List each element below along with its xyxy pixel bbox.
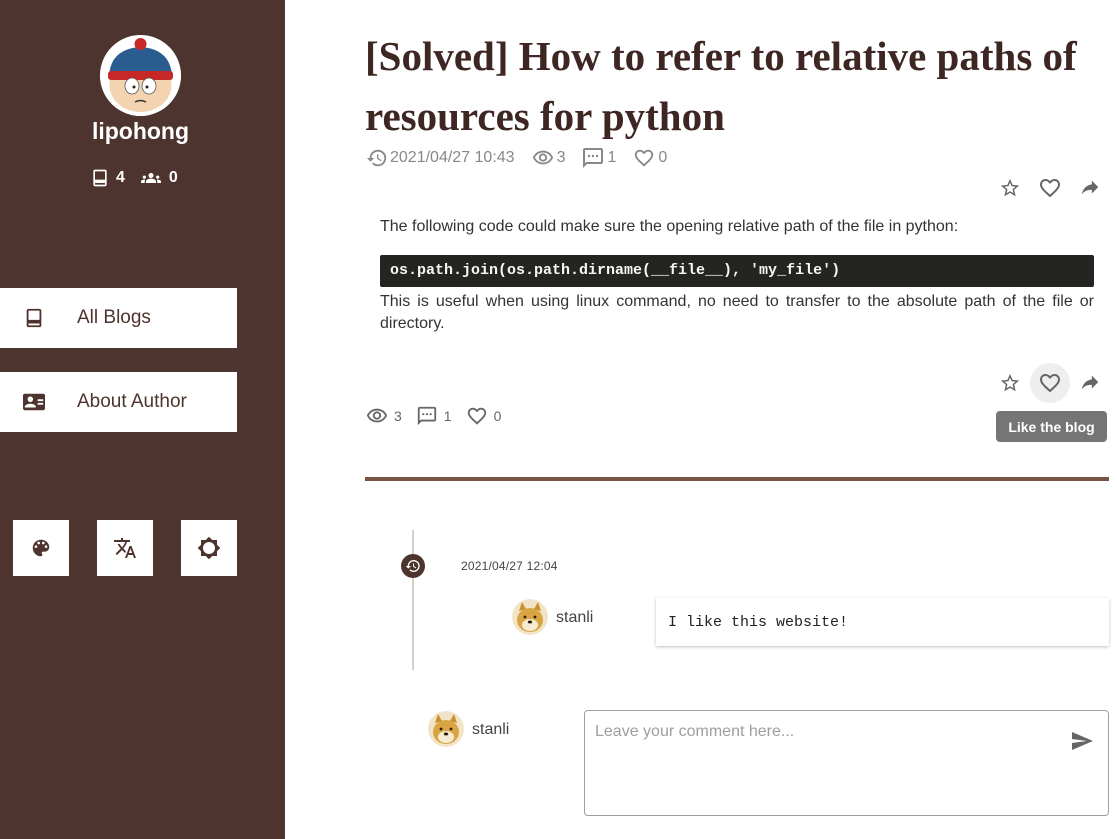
like-tooltip: Like the blog (996, 411, 1107, 442)
history-icon (366, 149, 387, 167)
people-icon (140, 173, 161, 183)
timeline-dot (401, 554, 425, 578)
theme-color-button[interactable] (13, 520, 69, 576)
nav-about-author[interactable]: About Author (0, 372, 237, 432)
translate-icon (114, 538, 136, 558)
post-paragraph: This is useful when using linux command,… (380, 293, 1094, 332)
comment-icon (417, 406, 436, 426)
book-icon (93, 169, 107, 187)
book-icon (26, 308, 41, 328)
nav-all-blogs-label: All Blogs (77, 307, 151, 328)
post-paragraph: The following code could make sure the o… (380, 218, 959, 235)
palette-icon (32, 539, 50, 557)
bottom-likes: 0 (493, 408, 502, 424)
brightness-icon (197, 536, 221, 560)
comment-input[interactable] (595, 723, 1055, 803)
eye-icon (532, 150, 553, 165)
current-user-avatar (428, 711, 464, 747)
post-views: 3 (556, 149, 566, 166)
star-outline-icon (1000, 178, 1020, 197)
post-actions-top (990, 168, 1110, 208)
comment-icon (583, 148, 604, 168)
current-user-name: stanli (472, 721, 510, 738)
section-divider (365, 477, 1109, 481)
heart-outline-icon (1040, 179, 1060, 198)
nav-all-blogs[interactable]: All Blogs (0, 288, 237, 348)
comment-input-box (584, 710, 1109, 816)
like-button-bottom[interactable] (1030, 363, 1070, 403)
heart-outline-icon (467, 407, 486, 425)
send-icon (1072, 732, 1093, 750)
bookmark-button[interactable] (990, 168, 1030, 208)
blog-count: 4 (116, 169, 125, 186)
share-button-bottom[interactable] (1070, 363, 1110, 403)
brightness-button[interactable] (181, 520, 237, 576)
post-content: The following code could make sure the o… (380, 216, 1094, 335)
post-bottom-stats: 3 1 0 (366, 405, 515, 427)
share-button-top[interactable] (1070, 168, 1110, 208)
post-actions-bottom (990, 363, 1110, 403)
comment-bubble: I like this website! (656, 598, 1109, 646)
bookmark-button[interactable] (990, 363, 1030, 403)
timeline-line (412, 530, 414, 670)
post-title: [Solved] How to refer to relative paths … (365, 33, 1077, 139)
send-button[interactable] (1068, 727, 1096, 755)
comment-date: 2021/04/27 12:04 (461, 559, 558, 573)
heart-outline-icon (1040, 374, 1060, 393)
sidebar: lipohong 4 0 All Blogs About Author (0, 0, 285, 839)
author-avatar[interactable] (100, 35, 181, 116)
share-arrow-icon (1081, 180, 1099, 195)
post-likes: 0 (658, 149, 668, 166)
like-button-top[interactable] (1030, 168, 1070, 208)
code-block: os.path.join(os.path.dirname(__file__), … (380, 255, 1094, 287)
post-comments: 1 (607, 149, 617, 166)
author-name: lipohong (91, 118, 190, 144)
share-arrow-icon (1081, 375, 1099, 390)
post-meta: 2021/04/27 10:43 3 1 0 (366, 146, 683, 170)
post-datetime: 2021/04/27 10:43 (390, 149, 515, 166)
eye-icon (366, 408, 388, 423)
nav-about-author-label: About Author (77, 391, 187, 412)
commenter-name: stanli (556, 609, 594, 626)
bottom-comments: 1 (443, 408, 452, 424)
history-icon (405, 560, 420, 572)
heart-outline-icon (635, 149, 654, 167)
language-button[interactable] (97, 520, 153, 576)
bottom-views: 3 (394, 408, 402, 424)
author-stats: 4 0 (90, 168, 192, 188)
follower-count: 0 (168, 169, 178, 186)
id-card-icon (22, 393, 45, 411)
star-outline-icon (1000, 373, 1020, 392)
commenter-avatar[interactable] (512, 599, 548, 635)
